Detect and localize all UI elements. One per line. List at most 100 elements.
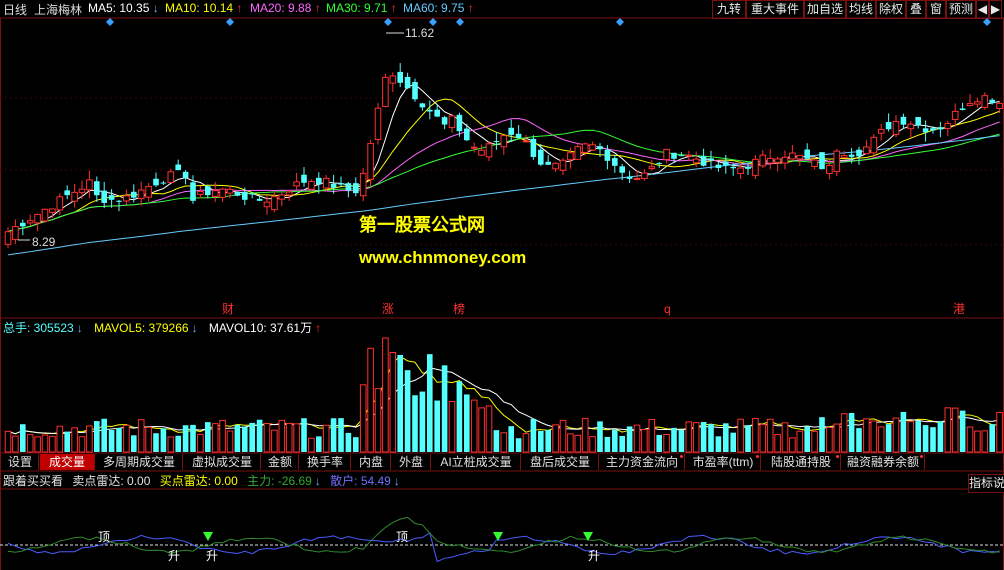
buy-arrow-icon [203, 532, 213, 541]
volume-bar [885, 424, 892, 452]
candle-body [745, 166, 751, 169]
volume-bar [774, 434, 781, 453]
volume-bar [981, 430, 989, 453]
volume-bar [153, 433, 159, 452]
candle-body [877, 128, 885, 134]
candle-body [612, 158, 618, 166]
volume-bar [116, 428, 122, 452]
candle-body [870, 136, 878, 154]
event-diamond-icon [456, 18, 464, 26]
candle-body [78, 188, 86, 193]
mavol10-label: MAVOL10: 37.61万 [209, 321, 312, 335]
tab-0[interactable]: 设置 [2, 454, 39, 470]
high-price-annotation: 11.62 [386, 26, 434, 40]
volume-bar [870, 420, 878, 453]
volume-bar [316, 436, 322, 452]
candle-body [71, 191, 78, 202]
mavol5-label: MAVOL5: 379266 [94, 321, 189, 335]
candle-body [382, 76, 389, 107]
tab-8[interactable]: AI立桩成交量 [432, 454, 521, 470]
candle-body [301, 174, 307, 183]
event-diamond-markers[interactable] [106, 18, 991, 26]
candle-body [692, 158, 700, 164]
volume-bar [892, 417, 900, 453]
volume-bar [256, 419, 263, 452]
volume-bar [367, 347, 374, 453]
event-marker-billboard[interactable]: 榜 [453, 301, 465, 316]
top-marker: 顶 [98, 530, 110, 544]
volume-bar [359, 384, 367, 453]
candle-body [338, 183, 344, 185]
candle-body [441, 117, 448, 125]
volume-bar [345, 432, 352, 452]
candle-body [34, 213, 41, 224]
candle-body [723, 161, 729, 166]
candle-body [256, 198, 263, 201]
candle-body [826, 164, 833, 174]
volume-bar [278, 419, 286, 453]
volume-bar [374, 388, 382, 453]
volume-bar [464, 394, 470, 452]
tab-11[interactable]: 市盈率(ttm) [686, 454, 761, 470]
volume-bar [397, 354, 403, 452]
tab-1[interactable]: 成交量 [40, 454, 95, 470]
tab-4[interactable]: 金额 [262, 454, 299, 470]
volume-bar [322, 424, 330, 453]
volume-bar [131, 435, 137, 452]
indicator-name: 跟着买买看 [3, 473, 63, 488]
event-diamond-icon [226, 18, 234, 26]
watermark-title: 第一股票公式网 [359, 214, 485, 235]
volume-bar [715, 436, 722, 452]
candle-body [574, 146, 582, 160]
candle-body [833, 150, 841, 172]
candle-body [456, 114, 463, 132]
tab-6[interactable]: 内盘 [352, 454, 391, 470]
volume-bar [745, 425, 751, 452]
volume-bar [974, 430, 981, 453]
tab-2[interactable]: 多周期成交量 [96, 454, 183, 470]
kline-canvas[interactable]: 11.62 8.29 第一股票公式网 www.chnmoney.com 财 涨 … [0, 0, 1004, 570]
rise-marker: 升 [168, 549, 180, 563]
volume-bar [663, 434, 670, 453]
volume-bar [34, 436, 41, 453]
candle-body [308, 180, 315, 190]
tab-5[interactable]: 换手率 [300, 454, 351, 470]
tab-12[interactable]: 陆股通持股 [762, 454, 841, 470]
volume-bar [730, 432, 736, 452]
volume-bar [226, 430, 234, 453]
candle-body [951, 110, 959, 121]
volume-bar [552, 424, 559, 453]
candle-body [804, 149, 810, 159]
volume-bar [108, 430, 115, 452]
tab-9[interactable]: 盘后成交量 [522, 454, 599, 470]
candle-body [981, 95, 989, 108]
event-marker-hk[interactable]: 港 [953, 302, 965, 316]
tab-3[interactable]: 虚拟成交量 [184, 454, 261, 470]
rise-marker: 升 [206, 549, 218, 563]
candle-body [730, 166, 736, 169]
volume-bar [234, 424, 241, 452]
tab-13[interactable]: 融资融券余额 [842, 454, 925, 470]
volume-bar [500, 432, 508, 453]
event-marker-q[interactable]: q [664, 302, 671, 316]
event-marker-finance[interactable]: 财 [222, 302, 234, 316]
volume-bar [789, 437, 796, 453]
volume-bar [20, 424, 26, 452]
event-marker-limit-up[interactable]: 涨 [382, 301, 394, 316]
volume-bar [515, 438, 522, 452]
volume-bar [4, 430, 12, 453]
candle-body [397, 71, 403, 83]
volume-bar [26, 434, 34, 453]
indicator-help-button[interactable]: 指标说 [968, 474, 1004, 493]
candle-body [900, 116, 907, 125]
candle-body [175, 164, 181, 171]
candle-body [959, 108, 966, 111]
candle-body [671, 152, 677, 159]
volume-bar [242, 426, 248, 452]
volume-bar [427, 354, 433, 452]
tab-dot-icon [836, 455, 839, 458]
tab-10[interactable]: 主力资金流向 [600, 454, 685, 470]
total-volume-label: 总手: 305523 [3, 321, 74, 335]
tab-7[interactable]: 外盘 [392, 454, 431, 470]
volume-bar [781, 422, 789, 453]
